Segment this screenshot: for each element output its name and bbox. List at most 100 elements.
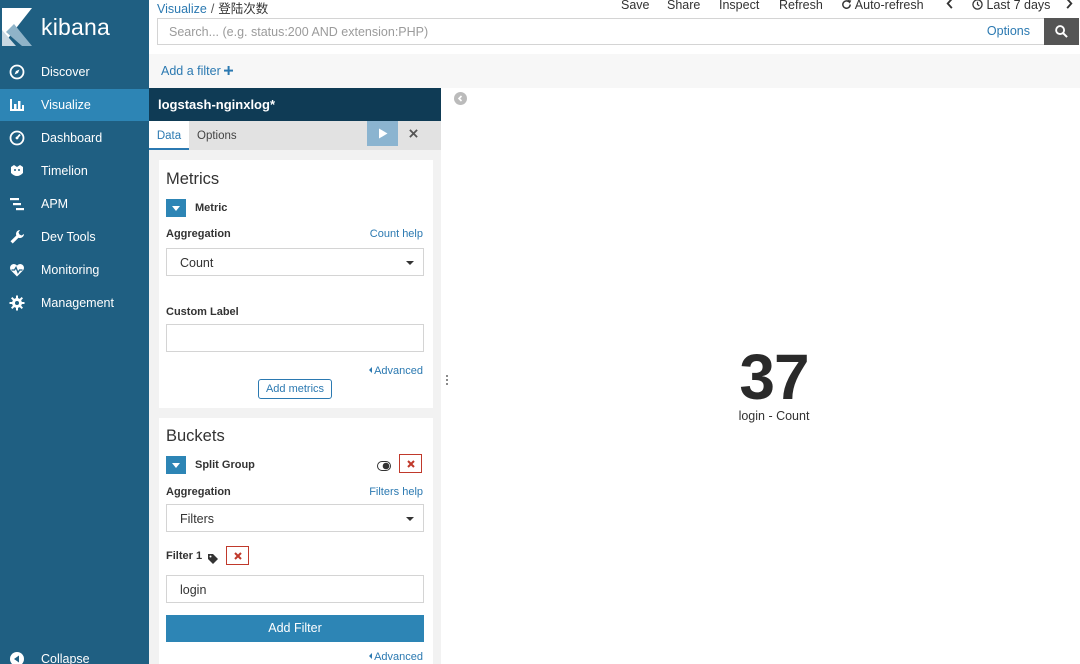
metric-toggle-button[interactable]	[166, 199, 186, 217]
app-name: kibana	[41, 13, 110, 40]
advanced-label: Advanced	[374, 365, 423, 377]
metrics-title: Metrics	[166, 170, 220, 188]
kibana-logo-icon	[2, 8, 32, 46]
top-bar: Visualize / 登陆次数 Save Share Inspect Refres…	[149, 0, 1080, 16]
plus-icon	[224, 66, 234, 75]
nav-item-discover[interactable]: Discover	[0, 56, 149, 88]
filters-help-link[interactable]: Filters help	[369, 486, 423, 498]
share-button[interactable]: Share	[667, 0, 700, 12]
caret-left-icon	[369, 653, 373, 659]
bucket-agg-header: Split Group	[166, 456, 255, 474]
timelion-icon	[8, 163, 25, 180]
tab-options[interactable]: Options	[197, 121, 237, 150]
chevron-right-icon	[1066, 0, 1073, 9]
buckets-section: Buckets Split Group Aggregation Filters …	[159, 418, 433, 664]
metric-aggregation-value: Count	[180, 256, 214, 270]
remove-bucket-button[interactable]	[399, 454, 422, 473]
add-filter-button[interactable]: Add Filter	[166, 615, 424, 642]
search-input[interactable]	[158, 19, 958, 44]
nav-item-dashboard[interactable]: Dashboard	[0, 122, 149, 154]
search-options-link[interactable]: Options	[987, 24, 1030, 38]
close-icon	[233, 551, 242, 560]
bucket-aggregation-select[interactable]: Filters	[166, 504, 424, 532]
close-icon	[406, 459, 415, 468]
chevron-left-icon	[946, 0, 953, 9]
metrics-section: Metrics Metric Aggregation Count help Co…	[159, 160, 433, 408]
time-back-button[interactable]	[946, 0, 954, 12]
caret-left-icon	[369, 367, 373, 373]
breadcrumb-root-link[interactable]: Visualize	[157, 2, 207, 16]
bucket-toggle-button[interactable]	[166, 456, 186, 474]
label-filter-button[interactable]	[208, 551, 218, 564]
collapse-sidebar-button[interactable]: Collapse	[0, 643, 149, 664]
nav-label: Visualize	[41, 98, 91, 112]
breadcrumb-separator: /	[210, 2, 215, 16]
caret-down-icon	[172, 462, 180, 468]
chevron-left-icon	[457, 95, 463, 102]
remove-filter-button[interactable]	[226, 546, 249, 565]
nav-label: Monitoring	[41, 263, 100, 277]
save-button[interactable]: Save	[621, 0, 650, 12]
buckets-title: Buckets	[166, 427, 225, 445]
clock-icon	[972, 0, 983, 10]
inspect-button[interactable]: Inspect	[719, 0, 759, 12]
search-icon	[1055, 25, 1068, 38]
bucket-aggregation-label: Aggregation	[166, 486, 231, 498]
count-help-link[interactable]: Count help	[370, 228, 423, 240]
add-metrics-button[interactable]: Add metrics	[258, 379, 332, 399]
refresh-button[interactable]: Refresh	[779, 0, 823, 12]
search-button[interactable]	[1044, 18, 1079, 45]
discard-changes-button[interactable]	[399, 121, 428, 146]
bucket-advanced-link[interactable]: Advanced	[369, 651, 423, 663]
compass-icon	[8, 64, 25, 81]
nav-item-visualize[interactable]: Visualize	[0, 89, 149, 121]
nav-item-timelion[interactable]: Timelion	[0, 155, 149, 187]
filter-1-label: Filter 1	[166, 550, 203, 562]
bar-chart-icon	[8, 97, 25, 114]
vis-editor-sidebar: logstash-nginxlog* Data Options Metrics …	[149, 88, 441, 664]
breadcrumb: Visualize / 登陆次数	[157, 0, 268, 17]
collapse-icon	[8, 651, 25, 664]
tag-icon	[208, 554, 218, 564]
gear-icon	[8, 295, 25, 312]
nav-item-monitoring[interactable]: Monitoring	[0, 254, 149, 286]
auto-refresh-label: Auto-refresh	[854, 0, 924, 12]
filter-bar: Add a filter	[149, 54, 1080, 88]
auto-refresh-icon	[842, 0, 852, 9]
filter-1-input[interactable]: login	[166, 575, 424, 603]
enable-agg-toggle[interactable]	[377, 458, 391, 471]
nav-label: Timelion	[41, 164, 88, 178]
nav-label: Dev Tools	[41, 230, 96, 244]
auto-refresh-button[interactable]: Auto-refresh	[841, 0, 924, 12]
nav-item-management[interactable]: Management	[0, 287, 149, 319]
add-filter-label: Add a filter	[161, 64, 221, 78]
kibana-logo[interactable]: kibana	[0, 0, 149, 54]
toggle-icon	[377, 461, 391, 471]
metric-aggregation-select[interactable]: Count	[166, 248, 424, 276]
collapse-label: Collapse	[41, 652, 90, 664]
nav-label: Management	[41, 296, 114, 310]
dashboard-icon	[8, 130, 25, 147]
tab-data[interactable]: Data	[149, 121, 189, 150]
breadcrumb-current: 登陆次数	[218, 2, 269, 16]
close-icon	[409, 129, 418, 138]
time-picker-button[interactable]: Last 7 days	[972, 0, 1050, 12]
editor-resize-handle[interactable]	[445, 375, 449, 389]
collapse-editor-button[interactable]	[454, 92, 467, 105]
metric-agg-header: Metric	[166, 199, 227, 217]
metric-advanced-link[interactable]: Advanced	[369, 365, 423, 377]
heartbeat-icon	[8, 262, 25, 279]
add-filter-link[interactable]: Add a filter	[161, 64, 234, 78]
index-pattern-title: logstash-nginxlog*	[149, 88, 441, 121]
bucket-aggregation-value: Filters	[180, 512, 215, 526]
time-forward-button[interactable]	[1065, 0, 1073, 12]
nav-item-dev-tools[interactable]: Dev Tools	[0, 221, 149, 253]
nav-label: APM	[41, 197, 69, 211]
time-range-label: Last 7 days	[986, 0, 1051, 12]
custom-label-input[interactable]	[166, 324, 424, 352]
metric-agg-name: Metric	[195, 202, 228, 214]
apply-changes-button[interactable]	[367, 121, 398, 146]
apm-icon	[8, 196, 25, 213]
nav-item-apm[interactable]: APM	[0, 188, 149, 220]
advanced-label: Advanced	[374, 651, 423, 663]
